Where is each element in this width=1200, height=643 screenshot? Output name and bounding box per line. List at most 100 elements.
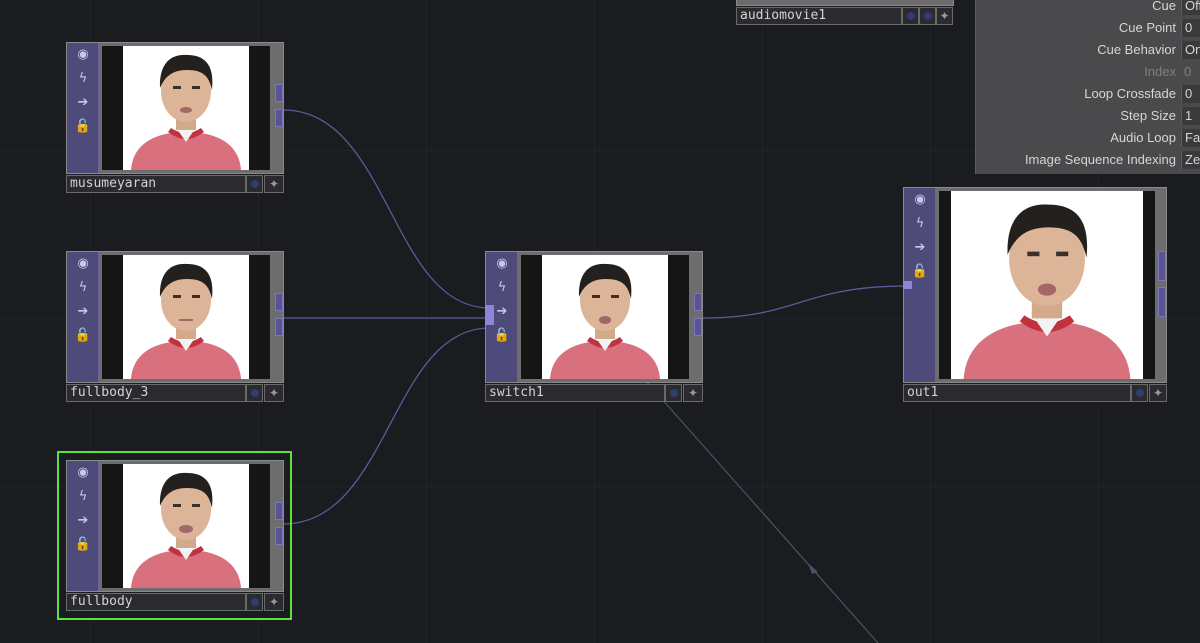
param-label: Loop Crossfade <box>1084 86 1176 101</box>
lock-icon[interactable]: 🔓 <box>74 536 92 554</box>
param-row-image-sequence-indexing[interactable]: Image Sequence Indexing Zero <box>976 150 1200 170</box>
display-flag-icon[interactable] <box>246 593 263 611</box>
param-value[interactable]: Off <box>1181 0 1200 15</box>
param-row-audio-loop[interactable]: Audio Loop Fade <box>976 128 1200 148</box>
viewer-toggle-icon[interactable]: ◉ <box>74 255 92 273</box>
output-connector[interactable] <box>275 293 283 311</box>
display-flag-icon[interactable] <box>1131 384 1148 402</box>
output-connector[interactable] <box>275 502 283 520</box>
input-connector[interactable] <box>485 305 494 325</box>
param-label: Cue Behavior <box>1097 42 1176 57</box>
param-label: Cue <box>1152 0 1176 13</box>
node-name[interactable]: fullbody <box>66 593 246 611</box>
cook-icon[interactable]: ϟ <box>493 279 511 297</box>
pin-icon[interactable]: ✦ <box>264 593 284 611</box>
param-row-index: Index 0 <box>976 62 1200 82</box>
render-flag-icon[interactable] <box>919 7 936 25</box>
param-value[interactable]: On <box>1181 41 1200 59</box>
cook-icon[interactable]: ϟ <box>74 70 92 88</box>
node-out1[interactable]: ◉ ϟ ➔ 🔓 out1 ✦ <box>903 187 1167 402</box>
node-fullbody_3[interactable]: ◉ ϟ ➔ 🔓 fullbody_3 ✦ <box>66 251 284 402</box>
wire-fullbody-switch1[interactable] <box>282 327 491 525</box>
lock-icon[interactable]: 🔓 <box>493 327 511 345</box>
person-thumbnail <box>123 255 249 379</box>
viewer-toggle-icon[interactable]: ◉ <box>74 464 92 482</box>
param-row-step-size[interactable]: Step Size 1 <box>976 106 1200 126</box>
pin-icon[interactable]: ✦ <box>936 7 953 25</box>
person-thumbnail <box>123 464 249 588</box>
param-row-cue-point[interactable]: Cue Point 0 <box>976 18 1200 38</box>
viewer-toggle-icon[interactable]: ◉ <box>74 46 92 64</box>
output-connector[interactable] <box>1158 287 1166 317</box>
lock-icon[interactable]: 🔓 <box>74 327 92 345</box>
person-thumbnail <box>542 255 668 379</box>
display-flag-icon[interactable] <box>665 384 682 402</box>
param-label: Cue Point <box>1118 20 1176 35</box>
output-connector[interactable] <box>275 84 283 102</box>
node-rail: ◉ ϟ ➔ 🔓 <box>67 461 99 591</box>
input-connector[interactable] <box>903 281 912 289</box>
person-thumbnail <box>951 191 1143 379</box>
bypass-icon[interactable]: ➔ <box>74 303 92 321</box>
output-connector[interactable] <box>275 318 283 336</box>
display-flag-icon[interactable] <box>246 384 263 402</box>
viewer-toggle-icon[interactable]: ◉ <box>911 191 929 209</box>
param-value[interactable]: Fade <box>1181 129 1200 147</box>
node-musumeyaran[interactable]: ◉ ϟ ➔ 🔓 musumeyaran ✦ <box>66 42 284 193</box>
node-name[interactable]: switch1 <box>485 384 665 402</box>
cook-icon[interactable]: ϟ <box>74 279 92 297</box>
param-value: 0 <box>1184 64 1192 79</box>
person-thumbnail <box>123 46 249 170</box>
param-label: Image Sequence Indexing <box>1024 152 1176 167</box>
param-label: Step Size <box>1120 108 1176 123</box>
bypass-icon[interactable]: ➔ <box>74 512 92 530</box>
node-switch1[interactable]: ◉ ϟ ➔ 🔓 switch1 ✦ <box>485 251 703 402</box>
lock-icon[interactable]: 🔓 <box>911 263 929 281</box>
node-rail: ◉ ϟ ➔ 🔓 <box>67 252 99 382</box>
cook-icon[interactable]: ϟ <box>911 215 929 233</box>
cook-icon[interactable]: ϟ <box>74 488 92 506</box>
lock-icon[interactable]: 🔓 <box>74 118 92 136</box>
param-row-cue-behavior[interactable]: Cue Behavior On <box>976 40 1200 60</box>
bypass-icon[interactable]: ➔ <box>911 239 929 257</box>
node-name[interactable]: fullbody_3 <box>66 384 246 402</box>
bypass-icon[interactable]: ➔ <box>493 303 511 321</box>
link-line <box>644 379 879 643</box>
parameter-panel: Cue Off Cue Point 0 Cue Behavior On Inde… <box>975 0 1200 174</box>
output-connector[interactable] <box>694 293 702 311</box>
pin-icon[interactable]: ✦ <box>264 175 284 193</box>
wire-musumeyaran-switch1[interactable] <box>282 109 491 309</box>
viewer-toggle-icon[interactable]: ◉ <box>493 255 511 273</box>
node-viewer <box>939 191 1155 379</box>
display-flag-icon[interactable] <box>902 7 919 25</box>
pin-icon[interactable]: ✦ <box>264 384 284 402</box>
node-name[interactable]: audiomovie1 <box>736 7 902 25</box>
node-viewer <box>102 255 270 379</box>
link-arrowhead <box>808 563 818 574</box>
node-name[interactable]: out1 <box>903 384 1131 402</box>
param-value[interactable]: 1 <box>1181 107 1200 125</box>
output-connector[interactable] <box>694 318 702 336</box>
wire-switch1-out1[interactable] <box>701 285 909 319</box>
node-rail: ◉ ϟ ➔ 🔓 <box>67 43 99 173</box>
display-flag-icon[interactable] <box>246 175 263 193</box>
param-row-cue[interactable]: Cue Off <box>976 0 1200 16</box>
param-value[interactable]: 0 <box>1181 85 1200 103</box>
node-viewer <box>102 46 270 170</box>
node-name[interactable]: musumeyaran <box>66 175 246 193</box>
pin-icon[interactable]: ✦ <box>1149 384 1167 402</box>
node-fullbody[interactable]: ◉ ϟ ➔ 🔓 fullbody ✦ <box>66 460 284 611</box>
param-label: Index <box>1144 64 1176 79</box>
pin-icon[interactable]: ✦ <box>683 384 703 402</box>
bypass-icon[interactable]: ➔ <box>74 94 92 112</box>
param-value[interactable]: 0 <box>1181 19 1200 37</box>
output-connector[interactable] <box>1158 251 1166 281</box>
param-value[interactable]: Zero <box>1181 151 1200 169</box>
param-label: Audio Loop <box>1110 130 1176 145</box>
param-row-loop-crossfade[interactable]: Loop Crossfade 0 <box>976 84 1200 104</box>
output-connector[interactable] <box>275 109 283 127</box>
output-connector[interactable] <box>275 527 283 545</box>
node-viewer <box>102 464 270 588</box>
node-audiomovie1[interactable]: audiomovie1 ✦ <box>736 0 954 26</box>
node-viewer <box>521 255 689 379</box>
